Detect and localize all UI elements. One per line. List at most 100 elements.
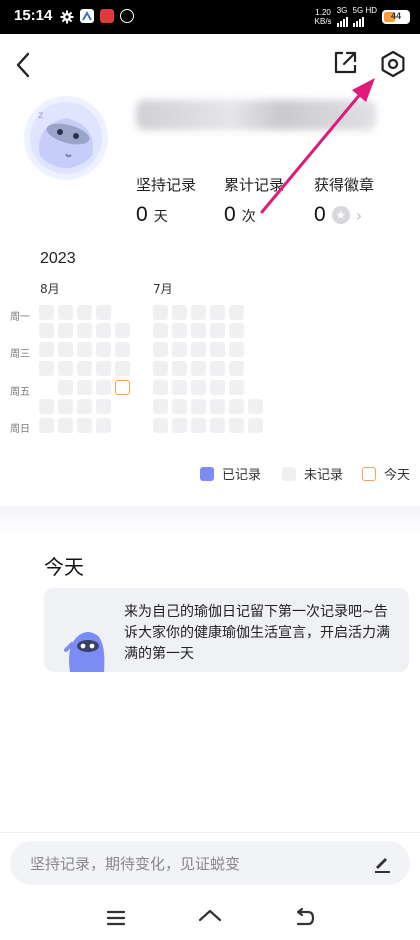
calendar-day-cell — [58, 323, 73, 338]
stat-label: 坚持记录 — [136, 176, 197, 194]
calendar-day-cell — [58, 361, 73, 376]
calendar-day-cell — [39, 342, 54, 357]
status-time: 15:14 — [14, 7, 53, 24]
calendar-day-cell — [96, 305, 111, 320]
weekday-label: 周日 — [10, 424, 30, 435]
calendar-day-cell — [191, 323, 206, 338]
calendar-day-cell — [77, 380, 92, 395]
calendar-day-cell — [191, 361, 206, 376]
signal-1: 3G — [336, 6, 348, 27]
stat-label: 获得徽章 — [314, 176, 375, 194]
battery-level: 44 — [390, 10, 401, 21]
calendar-day-cell — [153, 380, 168, 395]
calendar-day-cell — [96, 418, 111, 433]
avatar[interactable]: z — [24, 96, 108, 180]
calendar-day-cell — [210, 342, 225, 357]
calendar-day-cell — [77, 418, 92, 433]
calendar-day-cell — [153, 418, 168, 433]
calendar-day-cell — [153, 323, 168, 338]
mascot-icon — [64, 626, 108, 672]
speed-value: 1.20 — [315, 7, 331, 17]
calendar-day-cell — [77, 361, 92, 376]
gear-icon[interactable] — [378, 49, 408, 79]
calendar-day-cell — [248, 418, 263, 433]
today-card[interactable]: 来为自己的瑜伽日记留下第一次记录吧~告诉大家你的健康瑜伽生活宣言，开启活力满满的… — [44, 588, 409, 672]
legend-label: 已记录 — [222, 468, 262, 483]
app-notify-icon — [120, 9, 134, 23]
badge-star-icon: ★ — [331, 206, 350, 224]
calendar-day-cell — [172, 418, 187, 433]
legend-swatch — [282, 466, 296, 481]
network-type-2: 5G HD — [352, 6, 377, 15]
status-notification-icons — [60, 9, 134, 24]
menu-icon[interactable] — [104, 906, 128, 930]
share-export-icon[interactable] — [332, 50, 358, 76]
signal-bars-icon — [336, 15, 348, 27]
stat-value: 0 次 — [224, 203, 284, 227]
stat-badges[interactable]: 获得徽章 0 ★ › — [314, 174, 374, 227]
calendar-day-cell — [58, 399, 73, 414]
calendar-month-label: 8月 — [40, 282, 60, 296]
record-input[interactable]: 坚持记录，期待变化，见证蜕变 — [10, 841, 410, 885]
record-input-placeholder: 坚持记录，期待变化，见证蜕变 — [30, 855, 241, 873]
username-blurred — [136, 100, 376, 130]
calendar-day-cell — [115, 361, 130, 376]
calendar-day-cell — [96, 342, 111, 357]
weekday-label: 周五 — [10, 387, 30, 398]
pen-icon[interactable] — [372, 853, 392, 873]
system-navbar — [0, 896, 420, 940]
chevron-right-icon: › — [355, 205, 363, 225]
network-speed: 1.20 KB/s — [315, 8, 332, 26]
calendar-day-cell — [191, 380, 206, 395]
calendar-day-cell — [210, 323, 225, 338]
calendar-day-cell — [153, 361, 168, 376]
app-notify-icon — [80, 9, 94, 23]
calendar-day-cell — [153, 305, 168, 320]
calendar-day-cell — [210, 361, 225, 376]
svg-text:z: z — [38, 110, 43, 121]
calendar-day-cell — [77, 323, 92, 338]
calendar-day-cell — [191, 342, 206, 357]
home-icon[interactable] — [198, 906, 222, 930]
today-title: 今天 — [44, 555, 84, 579]
calendar-day-cell — [210, 380, 225, 395]
weekday-label: 周三 — [10, 349, 30, 360]
calendar-day-cell — [172, 323, 187, 338]
calendar-day-cell — [153, 342, 168, 357]
battery-icon: 44 — [382, 9, 410, 24]
calendar-month-label: 7月 — [153, 282, 173, 296]
chevron-left-icon[interactable] — [12, 50, 34, 80]
network-type-1: 3G — [336, 6, 348, 15]
calendar-day-cell — [115, 342, 130, 357]
calendar-day-cell — [172, 380, 187, 395]
calendar-day-cell — [248, 399, 263, 414]
status-right: 1.20 KB/s 3G 5G HD 44 — [315, 6, 410, 27]
calendar-day-cell — [229, 380, 244, 395]
weekday-label: 周一 — [10, 312, 30, 323]
calendar-day-cell — [172, 361, 187, 376]
calendar-day-cell — [172, 305, 187, 320]
calendar-today-cell — [115, 380, 130, 395]
calendar-day-cell — [58, 380, 73, 395]
speed-unit: KB/s — [314, 16, 332, 26]
back-nav-icon[interactable] — [292, 906, 316, 930]
calendar-day-cell — [229, 342, 244, 357]
calendar-day-cell — [229, 323, 244, 338]
calendar-day-cell — [58, 418, 73, 433]
stat-value: 0 ★ › — [314, 203, 374, 227]
legend-today: 今天 — [362, 464, 410, 483]
calendar-day-cell — [77, 305, 92, 320]
calendar-day-cell — [77, 342, 92, 357]
calendar-day-cell — [58, 342, 73, 357]
calendar-day-cell — [191, 399, 206, 414]
calendar-day-cell — [58, 305, 73, 320]
calendar-day-cell — [77, 399, 92, 414]
calendar-day-cell — [153, 399, 168, 414]
stat-number: 0 — [314, 203, 326, 226]
stat-number: 0 — [224, 203, 236, 226]
calendar-day-cell — [210, 305, 225, 320]
calendar-day-cell — [96, 399, 111, 414]
calendar-day-cell — [96, 361, 111, 376]
legend-swatch — [200, 466, 214, 481]
calendar-year: 2023 — [40, 250, 76, 267]
